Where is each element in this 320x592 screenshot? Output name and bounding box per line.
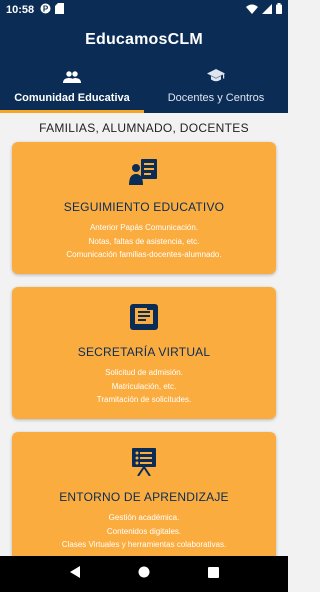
wifi-icon xyxy=(246,4,258,17)
card-line: Anterior Papás Comunicación. xyxy=(89,223,199,232)
card-secretaria-virtual[interactable]: SECRETARÍA VIRTUAL Solicitud de admisión… xyxy=(12,287,276,419)
card-seguimiento-educativo[interactable]: SEGUIMIENTO EDUCATIVO Anterior Papás Com… xyxy=(12,142,276,274)
home-button[interactable] xyxy=(138,565,150,583)
tab-label: Docentes y Centros xyxy=(167,92,265,104)
card-line: Tramitación de solicitudes. xyxy=(96,395,192,404)
tab-comunidad-educativa[interactable]: Comunidad Educativa xyxy=(0,60,144,113)
card-line: Solicitud de admisión. xyxy=(105,368,183,377)
section-subtitle: FAMILIAS, ALUMNADO, DOCENTES xyxy=(39,121,249,135)
card-line: Contenidos digitales. xyxy=(106,526,182,536)
card-line: Matriculación, etc. xyxy=(111,381,177,391)
card-description: Solicitud de admisión. Matriculación, et… xyxy=(97,366,191,407)
status-bar: 10:58 P xyxy=(0,0,288,20)
status-time: 10:58 xyxy=(6,4,35,16)
people-icon xyxy=(63,70,81,88)
folder-document-icon xyxy=(130,303,158,331)
card-title: SECRETARÍA VIRTUAL xyxy=(77,345,211,359)
card-title: ENTORNO DE APRENDIZAJE xyxy=(59,490,229,504)
card-description: Gestión académica. Contenidos digitales.… xyxy=(62,511,226,552)
tab-label: Comunidad Educativa xyxy=(14,91,130,104)
person-document-icon xyxy=(129,158,159,186)
presentation-board-icon xyxy=(132,448,156,476)
tab-indicator xyxy=(144,110,288,113)
card-list: SEGUIMIENTO EDUCATIVO Anterior Papás Com… xyxy=(0,140,288,556)
tab-indicator xyxy=(0,110,144,113)
signal-icon xyxy=(262,3,272,17)
system-nav-bar xyxy=(0,556,288,592)
battery-icon xyxy=(276,3,282,17)
tab-bar: Comunidad Educativa Docentes y Centros xyxy=(0,60,288,113)
app-title: EducamosCLM xyxy=(85,31,203,48)
card-title: SEGUIMIENTO EDUCATIVO xyxy=(63,200,225,214)
svg-text:P: P xyxy=(43,4,49,13)
sd-card-icon xyxy=(55,3,65,17)
card-line: Comunicación familias-docentes-alumnado. xyxy=(66,250,222,259)
card-entorno-de-aprendizaje[interactable]: ENTORNO DE APRENDIZAJE Gestión académica… xyxy=(12,432,276,556)
graduation-cap-icon xyxy=(207,69,225,88)
notification-p-icon: P xyxy=(40,3,51,17)
card-description: Anterior Papás Comunicación. Notas, falt… xyxy=(66,221,221,262)
card-line: Clases Virtuales y herramientas colabora… xyxy=(61,540,227,549)
back-button[interactable] xyxy=(69,565,81,583)
card-line: Gestión académica. xyxy=(108,513,180,522)
card-line: Notas, faltas de asistencia, etc. xyxy=(88,236,200,246)
recents-button[interactable] xyxy=(208,565,220,583)
tab-docentes-y-centros[interactable]: Docentes y Centros xyxy=(144,60,288,113)
app-bar: EducamosCLM xyxy=(0,20,288,60)
